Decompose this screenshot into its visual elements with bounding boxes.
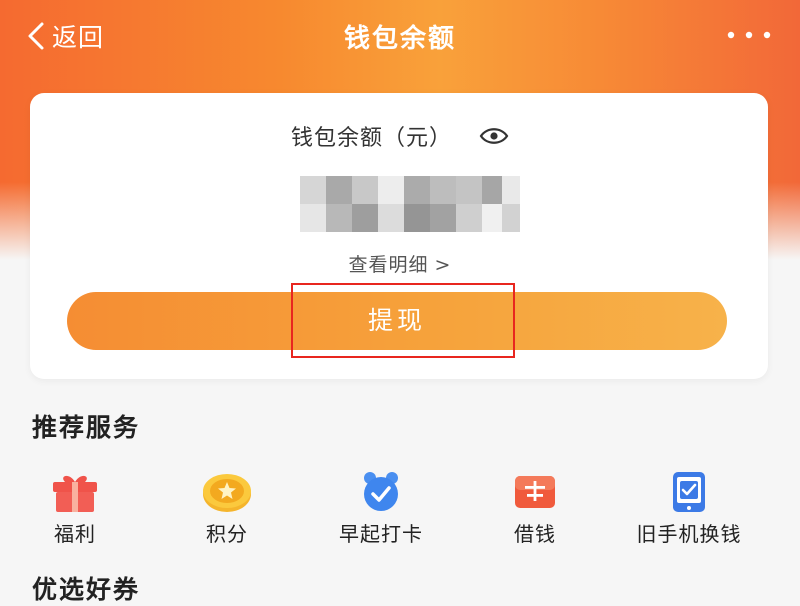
borrow-icon — [515, 476, 555, 508]
coupons-section-title: 优选好券 — [32, 575, 141, 604]
service-label: 旧手机换钱 — [636, 522, 742, 546]
view-details-link[interactable]: 查看明细 > — [0, 250, 800, 277]
gift-icon — [53, 475, 97, 512]
service-label: 借钱 — [514, 522, 556, 546]
phone-recycle-icon — [673, 472, 705, 512]
coin-icon — [203, 474, 251, 512]
service-item-benefits[interactable]: 福利 — [0, 470, 150, 547]
service-item-phone-recycle[interactable]: 旧手机换钱 — [614, 470, 764, 547]
page-title: 钱包余额 — [343, 24, 456, 54]
eye-icon[interactable] — [479, 125, 509, 147]
alarm-clock-icon — [364, 472, 398, 511]
chevron-right-icon: > — [434, 254, 452, 276]
service-item-points[interactable]: 积分 — [152, 470, 302, 547]
recommended-services-title: 推荐服务 — [32, 413, 141, 442]
top-bar: 返回 钱包余额 — [0, 0, 800, 72]
more-dots-icon[interactable] — [726, 25, 772, 45]
service-item-borrow[interactable]: 借钱 — [460, 470, 610, 547]
service-label: 福利 — [54, 522, 96, 546]
view-details-label: 查看明细 — [348, 254, 429, 276]
balance-label-row: 钱包余额（元） — [0, 120, 800, 151]
withdraw-button[interactable]: 提现 — [67, 292, 727, 350]
service-label: 积分 — [206, 522, 248, 546]
pixelated-balance-amount — [300, 176, 520, 232]
balance-label: 钱包余额（元） — [290, 126, 452, 151]
service-item-checkin[interactable]: 早起打卡 — [306, 470, 456, 547]
service-label: 早起打卡 — [339, 522, 423, 546]
